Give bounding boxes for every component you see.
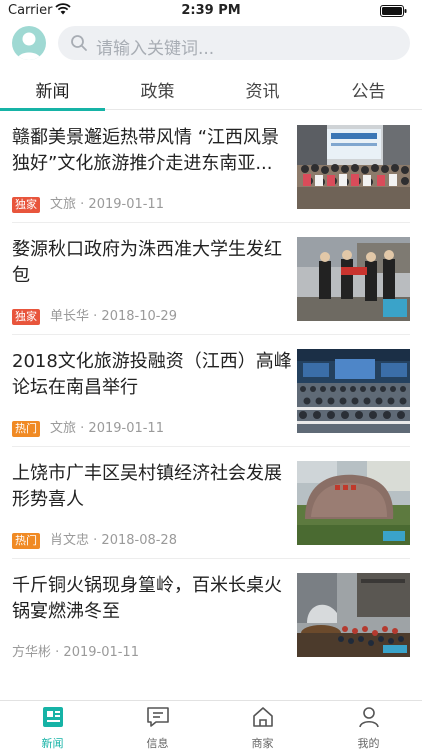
badge-exclusive: 独家 [12,197,40,213]
tab-news[interactable]: 新闻 [0,77,105,102]
news-thumbnail [297,125,410,209]
category-tabs: 新闻 政策 资讯 公告 [0,68,422,111]
search-input[interactable]: 请输入关键词... [96,34,214,59]
news-title: 上饶市广丰区吴村镇经济社会发展形势喜人 [12,463,282,510]
bottom-tab-bar: 新闻 信息 商家 我的 [0,700,422,750]
message-icon [146,707,169,727]
clock: 2:39 PM [181,3,241,18]
badge-hot: 热门 [12,533,40,549]
news-title: 千斤铜火锅现身篁岭，百米长桌火锅宴燃沸冬至 [12,575,282,622]
tabbar-messages-label: 信息 [146,737,169,750]
tabbar-news[interactable]: 新闻 [0,705,105,750]
tabbar-merchants[interactable]: 商家 [210,705,315,750]
news-date: 2018-10-29 [101,309,177,324]
news-item[interactable]: 赣鄱美景邂逅热带风情 “江西风景独好”文化旅游推介走进东南亚... 独家 文旅 ·… [0,111,422,223]
news-date: 2019-01-11 [88,197,164,212]
news-item[interactable]: 2018文化旅游投融资（江西）高峰论坛在南昌举行 热门 文旅 · 2019-01-… [0,335,422,447]
tab-policy[interactable]: 政策 [105,77,210,102]
news-source: 肖文忠 [50,533,90,548]
search-icon [71,35,87,51]
news-meta: 热门 文旅 · 2019-01-11 [12,421,164,437]
news-item[interactable]: 上饶市广丰区吴村镇经济社会发展形势喜人 热门 肖文忠 · 2018-08-28 [0,447,422,559]
news-item[interactable]: 婺源秋口政府为洙西准大学生发红包 独家 单长华 · 2018-10-29 [0,223,422,335]
battery-icon [380,5,407,17]
user-icon [17,32,41,60]
tab-announcement[interactable]: 公告 [316,77,421,102]
tabbar-news-label: 新闻 [41,737,64,750]
news-thumbnail [297,461,410,545]
avatar[interactable] [12,26,46,60]
tabbar-merchants-label: 商家 [251,737,274,750]
news-meta: 独家 单长华 · 2018-10-29 [12,309,177,325]
news-date: 2018-08-28 [101,533,177,548]
badge-exclusive: 独家 [12,309,40,325]
news-title: 婺源秋口政府为洙西准大学生发红包 [12,239,282,286]
home-icon [252,707,273,727]
news-item[interactable]: 千斤铜火锅现身篁岭，百米长桌火锅宴燃沸冬至 方华彬 · 2019-01-11 [0,559,422,671]
tabbar-profile[interactable]: 我的 [316,705,421,750]
news-thumbnail [297,349,410,433]
news-meta: 热门 肖文忠 · 2018-08-28 [12,533,177,549]
news-source: 文旅 [50,421,77,436]
badge-hot: 热门 [12,421,40,437]
header: 请输入关键词... [0,24,422,64]
profile-icon [358,707,379,728]
tab-info[interactable]: 资讯 [210,77,315,102]
news-meta: 方华彬 · 2019-01-11 [12,645,139,660]
news-meta: 独家 文旅 · 2019-01-11 [12,197,164,213]
news-thumbnail [297,237,410,321]
news-source: 方华彬 [12,645,52,660]
news-thumbnail [297,573,410,657]
news-title: 2018文化旅游投融资（江西）高峰论坛在南昌举行 [12,351,292,398]
status-bar: Carrier 2:39 PM [0,0,422,22]
news-date: 2019-01-11 [88,421,164,436]
news-source: 单长华 [50,309,90,324]
news-title: 赣鄱美景邂逅热带风情 “江西风景独好”文化旅游推介走进东南亚... [12,127,280,174]
tabbar-profile-label: 我的 [357,737,380,750]
tabbar-messages[interactable]: 信息 [105,705,210,750]
search-bar[interactable]: 请输入关键词... [58,26,410,60]
news-date: 2019-01-11 [63,645,139,660]
news-source: 文旅 [50,197,77,212]
news-icon [42,707,63,727]
